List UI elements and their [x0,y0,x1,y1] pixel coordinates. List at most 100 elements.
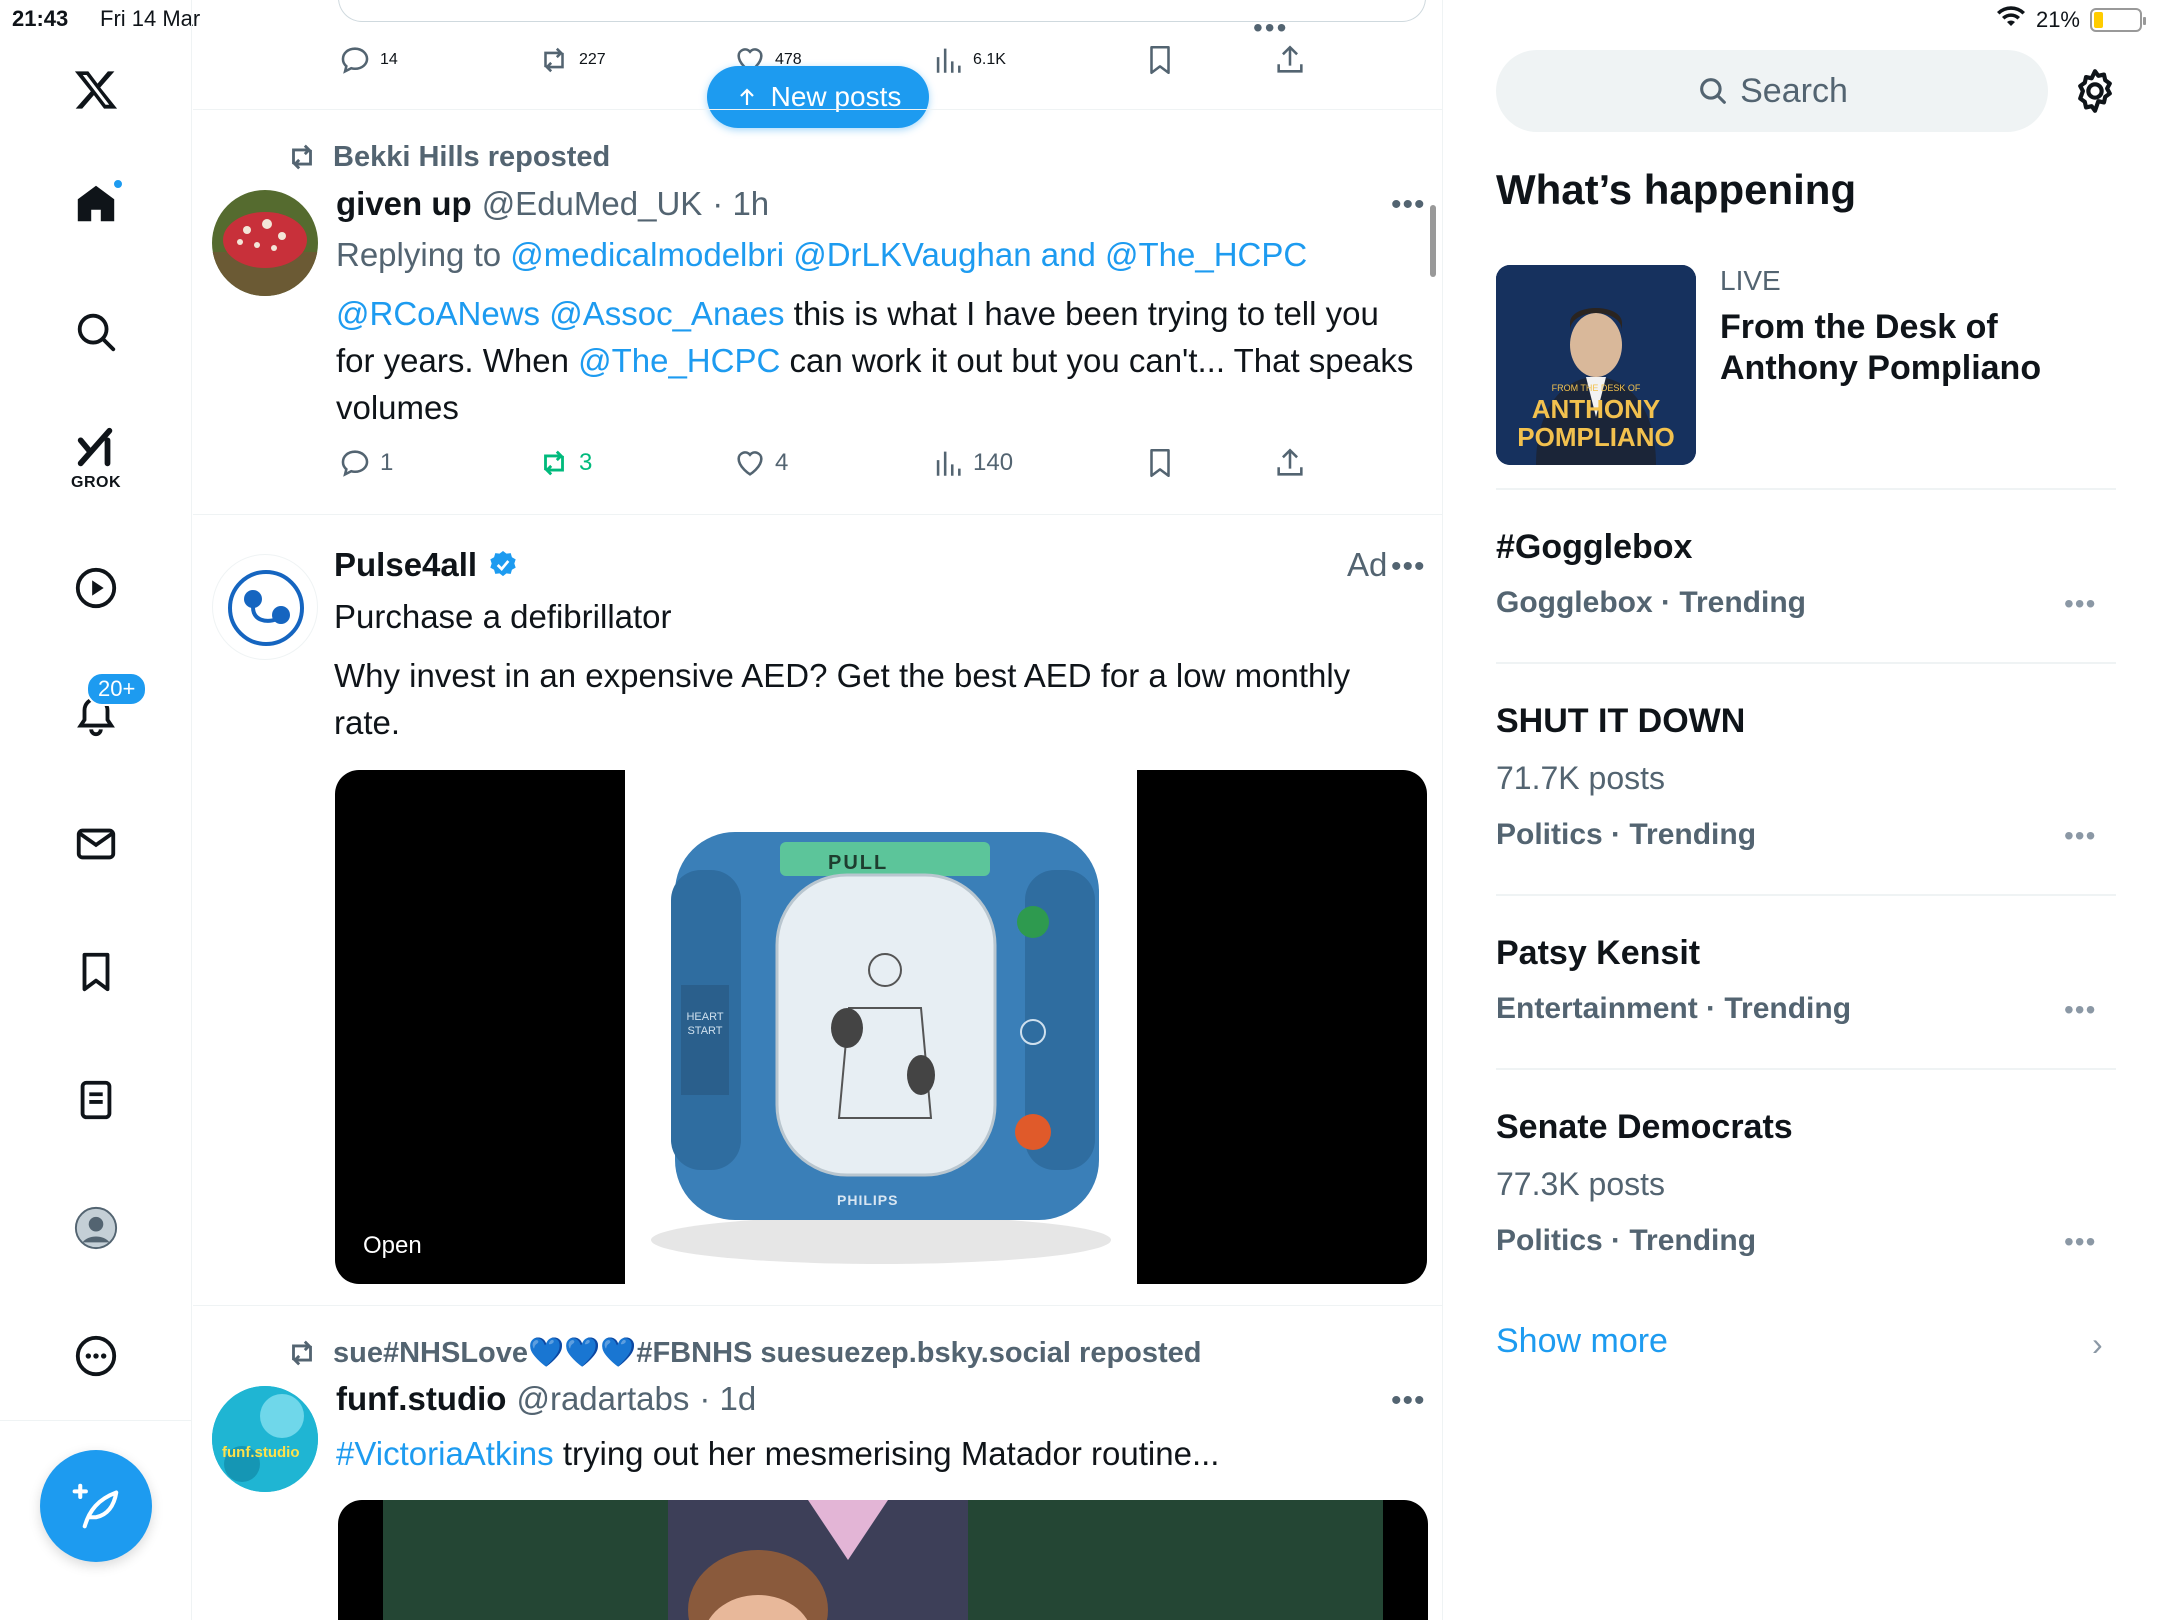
chevron-right-icon[interactable]: › [2092,1326,2103,1363]
post-time[interactable]: · 1h [712,185,769,223]
ad-header: Pulse4all [334,546,519,584]
device-brand-label: PHILIPS [837,1192,899,1208]
verified-badge-icon [490,551,516,577]
notifications-badge: 20+ [86,672,148,706]
pulse4all-logo-icon [228,570,304,646]
tweet-more-icon[interactable]: ••• [1391,1384,1426,1418]
reposted-by-label: Bekki Hills reposted [333,140,611,173]
more-options-icon[interactable] [66,1326,126,1386]
multitasking-handle[interactable]: ••• [1253,12,1288,44]
profile-icon[interactable] [66,1198,126,1258]
bookmarks-icon[interactable] [66,942,126,1002]
search-icon [1700,78,1727,104]
tweet-divider [193,514,1443,515]
like-count: 4 [775,449,789,476]
trend-title: SHUT IT DOWN [1496,702,1746,740]
views-icon [936,451,961,476]
trend-more-icon[interactable]: ••• [2064,588,2096,620]
reply-icon [341,47,369,74]
mention-assoc-anaes[interactable]: @Assoc_Anaes [549,295,784,332]
mention-rcoanews[interactable]: @RCoANews [336,295,540,332]
post-time[interactable]: · 1d [699,1380,756,1418]
views-button[interactable]: 6.1K [931,43,1006,77]
reply-icon [341,450,369,477]
replying-to-users[interactable]: @medicalmodelbri @DrLKVaughan and @The_H… [510,236,1307,273]
settings-gear-icon[interactable] [2070,66,2120,116]
tweet-divider [193,109,1443,110]
ad-more-icon[interactable]: ••• [1391,550,1426,584]
hashtag-victoria-atkins[interactable]: #VictoriaAtkins [336,1435,554,1472]
avatar-funf-studio[interactable]: funf.studio [212,1386,318,1492]
avatar-edumed[interactable] [212,190,318,296]
compose-post-button[interactable] [40,1450,152,1562]
trend-more-icon[interactable]: ••• [2064,1226,2096,1258]
reply-button[interactable]: 1 [338,446,393,480]
tweet-more-icon[interactable]: ••• [1391,188,1426,222]
grok-icon[interactable]: GROK [66,424,126,491]
repost-button[interactable]: 3 [537,446,592,480]
sidebar-divider [1496,488,2116,490]
lists-icon[interactable] [66,1070,126,1130]
avatar-pulse4all[interactable] [212,554,318,660]
messages-icon[interactable] [66,814,126,874]
ad-open-label[interactable]: Open [363,1232,422,1260]
advertiser-name[interactable]: Pulse4all [334,546,477,584]
reply-button[interactable]: 14 [338,43,398,77]
replying-to-line: Replying to @medicalmodelbri @DrLKVaugha… [336,236,1307,274]
right-sidebar: Search What’s happening FROM THE DESK OF… [1444,0,2160,1620]
show-more-link[interactable]: Show more [1496,1322,1668,1361]
timeline-feed: ••• 14 227 478 6.1K New posts Bekki Hill… [193,0,1443,1620]
search-input[interactable]: Search [1496,50,2048,132]
views-count: 140 [973,449,1014,476]
share-button[interactable] [1273,43,1307,77]
video-media[interactable] [338,1500,1428,1620]
ad-label: Ad [1347,546,1388,583]
tweet-header: funf.studio @radartabs · 1d [336,1380,756,1418]
trend-category: Politics · Trending [1496,1224,1757,1257]
live-title[interactable]: From the Desk of Anthony Pompliano [1720,307,2100,389]
notifications-icon[interactable]: 20+ [66,672,148,746]
thumb-line2: POMPLIANO [1517,422,1675,452]
feed-scrollbar[interactable] [1430,205,1436,277]
sidebar-divider [1496,1068,2116,1070]
views-button[interactable]: 140 [931,446,1013,480]
reply-count: 14 [380,51,398,68]
views-icon [936,48,961,73]
author-name[interactable]: given up [336,185,472,223]
mention-the-hcpc[interactable]: @The_HCPC [578,342,780,379]
feather-plus-icon [72,1483,119,1529]
author-handle[interactable]: @EduMed_UK [482,185,703,223]
trend-title: Patsy Kensit [1496,934,1701,972]
ad-media[interactable]: PULL PHILIPS HEART START Open [335,770,1427,1284]
repost-button[interactable]: 227 [537,43,606,77]
bookmark-button[interactable] [1143,446,1177,480]
bookmark-icon [1150,448,1170,478]
search-icon[interactable] [66,302,126,362]
author-name[interactable]: funf.studio [336,1380,506,1418]
trend-category: Politics · Trending [1496,818,1757,851]
video-thumbnail-image [383,1500,1383,1620]
trend-post-count: 77.3K posts [1496,1166,1665,1202]
trend-post-count: 71.7K posts [1496,760,1665,796]
heart-icon [737,451,763,476]
video-icon[interactable] [66,558,126,618]
repost-count: 3 [579,449,593,476]
trend-category: Entertainment · Trending [1496,992,1852,1025]
trend-more-icon[interactable]: ••• [2064,994,2096,1026]
bookmark-button[interactable] [1143,43,1177,77]
tweet-text: #VictoriaAtkins trying out her mesmerisi… [336,1430,1416,1477]
tweet-divider [193,1305,1443,1306]
trend-more-icon[interactable]: ••• [2064,820,2096,852]
left-navigation: GROK 20+ [0,0,192,1620]
share-icon [1277,45,1303,73]
new-posts-button[interactable]: New posts [707,66,929,128]
home-unread-dot [112,178,124,190]
author-handle[interactable]: @radartabs [516,1380,689,1418]
bookmark-icon [1150,45,1170,75]
ad-text: Why invest in an expensive AED? Get the … [334,657,1351,741]
like-button[interactable]: 4 [733,446,788,480]
repost-count: 227 [579,51,606,68]
x-logo-icon[interactable] [66,60,126,120]
share-button[interactable] [1273,446,1307,480]
home-icon[interactable] [66,174,126,234]
